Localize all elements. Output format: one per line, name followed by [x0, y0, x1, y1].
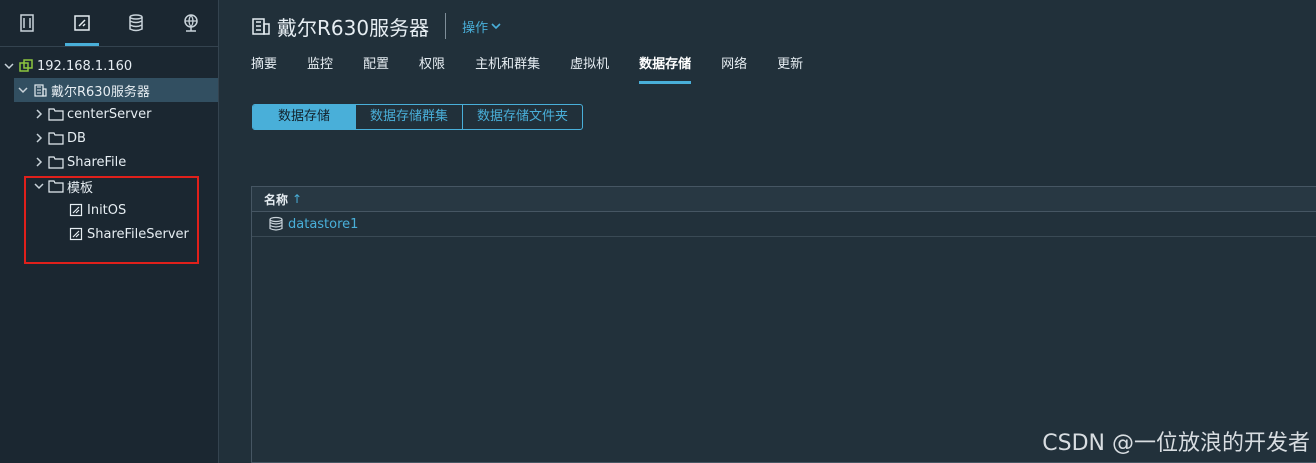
tree-node-label: ShareFile — [67, 154, 127, 170]
folder-icon — [48, 130, 64, 146]
tree-node-folder-sharefile[interactable]: ShareFile — [0, 150, 218, 174]
tab-summary[interactable]: 摘要 — [251, 54, 277, 84]
datastore-link[interactable]: datastore1 — [288, 217, 358, 232]
networking-icon — [184, 14, 198, 32]
object-tabs: 摘要 监控 配置 权限 主机和群集 虚拟机 数据存储 网络 更新 — [251, 54, 833, 84]
navigator-tabs — [0, 0, 218, 47]
tab-networks[interactable]: 网络 — [721, 54, 747, 84]
tree-node-folder-db[interactable]: DB — [0, 126, 218, 150]
column-header-name[interactable]: 名称 ↑ — [252, 187, 1316, 212]
tab-permissions[interactable]: 权限 — [419, 54, 445, 84]
page-title: 戴尔R630服务器 — [277, 15, 430, 40]
actions-label: 操作 — [462, 20, 489, 36]
tab-hosts-clusters[interactable]: 主机和群集 — [475, 54, 540, 84]
tab-storage[interactable] — [109, 0, 164, 46]
tab-vms[interactable]: 虚拟机 — [570, 54, 609, 84]
vcenter-icon — [18, 58, 34, 74]
datastore-view-segmented: 数据存储 数据存储群集 数据存储文件夹 — [252, 104, 584, 130]
header-divider — [445, 13, 447, 39]
tree-node-label: 192.168.1.160 — [37, 58, 133, 74]
watermark-text: CSDN @一位放浪的开发者 — [1042, 431, 1310, 456]
chevron-down-icon[interactable] — [16, 83, 30, 97]
table-row: datastore1 — [252, 212, 1316, 237]
tree-node-label: DB — [67, 130, 86, 146]
column-name-label: 名称 — [264, 192, 289, 207]
segment-datastore-clusters[interactable]: 数据存储群集 — [355, 105, 462, 129]
segment-datastore-folders[interactable]: 数据存储文件夹 — [462, 105, 582, 129]
hosts-clusters-icon — [20, 14, 34, 32]
folder-icon — [48, 106, 64, 122]
tree-node-label: centerServer — [67, 106, 152, 122]
navigator-sidebar: 192.168.1.160 戴尔R630服务器 centerServer DB … — [0, 0, 219, 463]
segment-datastores[interactable]: 数据存储 — [253, 105, 356, 129]
sort-ascending-icon: ↑ — [292, 192, 303, 206]
main-panel: 戴尔R630服务器 操作 摘要 监控 配置 权限 主机和群集 虚拟机 数据存储 … — [219, 0, 1316, 463]
tab-hosts-clusters[interactable] — [0, 0, 55, 46]
datastore-grid: 名称 ↑ datastore1 — [251, 186, 1316, 463]
tab-configure[interactable]: 配置 — [363, 54, 389, 84]
datacenter-icon — [252, 18, 270, 35]
vms-templates-icon — [74, 15, 90, 31]
chevron-right-icon[interactable] — [32, 107, 46, 121]
chevron-down-icon — [491, 23, 501, 30]
tree-node-folder-centerserver[interactable]: centerServer — [0, 102, 218, 126]
chevron-right-icon[interactable] — [32, 131, 46, 145]
tab-networking[interactable] — [164, 0, 219, 46]
tab-updates[interactable]: 更新 — [777, 54, 803, 84]
actions-menu-button[interactable]: 操作 — [462, 17, 501, 36]
chevron-right-icon[interactable] — [32, 155, 46, 169]
tree-node-vcenter[interactable]: 192.168.1.160 — [0, 54, 218, 78]
storage-icon — [129, 14, 143, 32]
tab-vms-templates[interactable] — [55, 0, 110, 46]
tab-datastores[interactable]: 数据存储 — [639, 54, 692, 84]
datacenter-icon — [32, 82, 48, 98]
chevron-down-icon[interactable] — [2, 59, 16, 73]
tree-node-datacenter[interactable]: 戴尔R630服务器 — [14, 78, 218, 102]
datastore-icon — [269, 216, 283, 231]
tab-monitor[interactable]: 监控 — [307, 54, 333, 84]
folder-icon — [48, 154, 64, 170]
page-header: 戴尔R630服务器 操作 — [251, 12, 501, 40]
tree-node-label: 戴尔R630服务器 — [51, 84, 150, 100]
annotation-highlight-box — [24, 176, 199, 264]
